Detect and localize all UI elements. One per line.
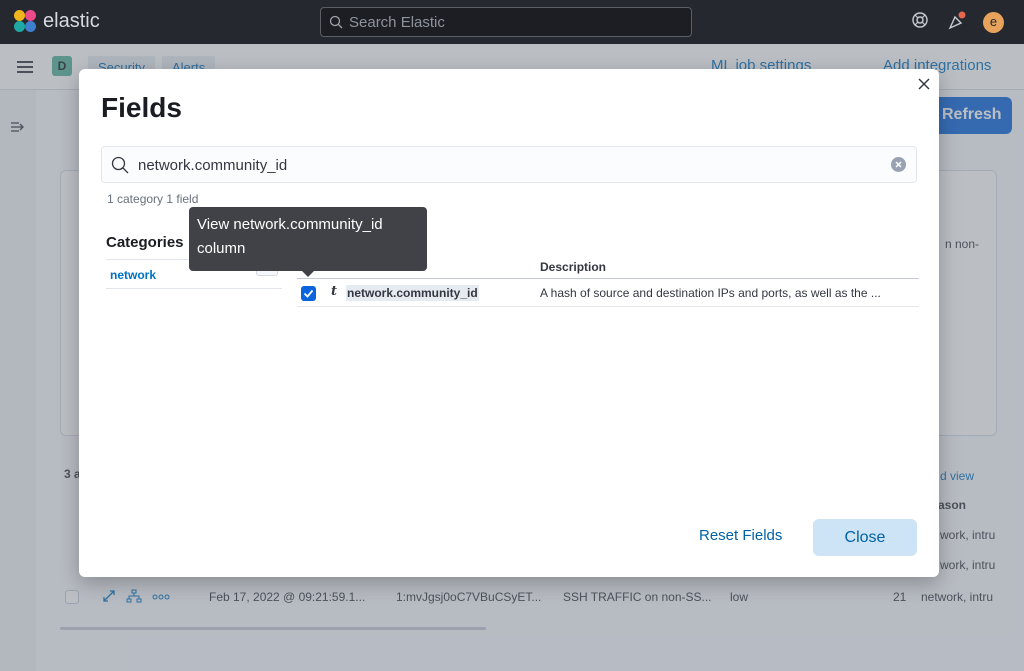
field-name: network.community_id xyxy=(346,285,479,301)
checkmark-icon xyxy=(303,289,314,298)
user-avatar[interactable]: e xyxy=(983,12,1004,33)
field-description: A hash of source and destination IPs and… xyxy=(540,286,881,300)
help-icon[interactable] xyxy=(911,11,929,29)
search-icon xyxy=(329,15,343,29)
table-row: t network.community_id A hash of source … xyxy=(297,279,919,307)
field-search[interactable] xyxy=(101,146,917,183)
tooltip: View network.community_id column xyxy=(189,207,427,271)
news-feed-icon[interactable] xyxy=(947,11,967,31)
reset-fields-button[interactable]: Reset Fields xyxy=(699,527,782,544)
field-search-input[interactable] xyxy=(138,154,878,176)
top-header: elastic e xyxy=(0,0,1024,44)
category-name[interactable]: network xyxy=(110,268,156,282)
string-type-icon: t xyxy=(331,284,338,299)
close-button[interactable]: Close xyxy=(813,519,917,556)
fields-modal: Fields 1 category 1 field Categories net… xyxy=(79,69,939,577)
column-header-description: Description xyxy=(540,260,607,274)
categories-title: Categories xyxy=(106,234,184,251)
search-result-count: 1 category 1 field xyxy=(107,192,199,206)
search-icon xyxy=(111,156,129,174)
clear-search-icon[interactable] xyxy=(891,157,906,172)
global-search-input[interactable] xyxy=(349,12,679,32)
modal-title: Fields xyxy=(101,92,182,123)
close-icon[interactable] xyxy=(915,75,933,93)
elastic-logo[interactable]: elastic xyxy=(13,9,100,33)
elastic-logo-icon xyxy=(13,9,37,33)
global-search[interactable] xyxy=(320,7,692,37)
field-checkbox[interactable] xyxy=(301,286,316,301)
tooltip-arrow xyxy=(301,270,315,277)
app-name: elastic xyxy=(43,9,100,32)
